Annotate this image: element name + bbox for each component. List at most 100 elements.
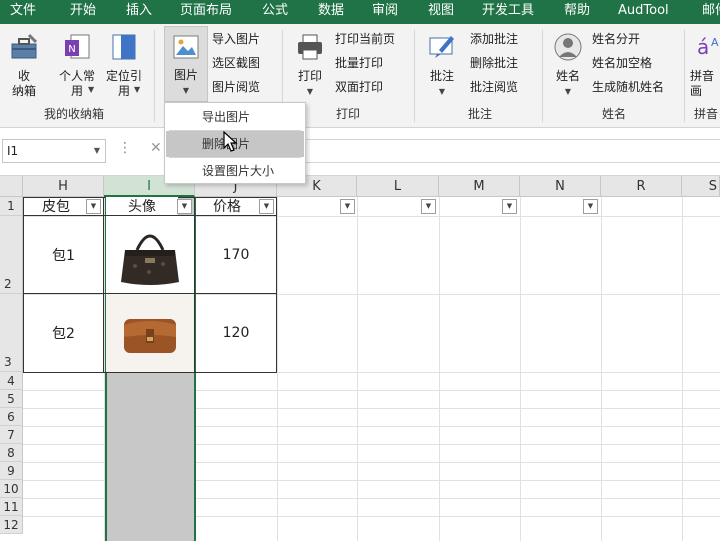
- personal-caret-icon: ▼: [88, 85, 95, 94]
- separator: [154, 30, 155, 122]
- locate-panel-icon: [112, 34, 136, 60]
- more-options-icon[interactable]: ⋮: [118, 140, 132, 156]
- group-name-label: 姓名: [601, 107, 626, 121]
- filter-dropdown-icon[interactable]: ▼: [421, 199, 436, 214]
- row-header-2[interactable]: 2: [0, 216, 23, 294]
- menu-mail[interactable]: 邮件: [702, 0, 720, 24]
- column-header-s[interactable]: S: [682, 176, 720, 197]
- menu-data[interactable]: 数据: [318, 0, 344, 24]
- print-current-button[interactable]: 打印当前页: [335, 28, 395, 50]
- column-header-n[interactable]: N: [520, 176, 601, 197]
- storage-box-button[interactable]: 收 纳箱: [4, 32, 44, 99]
- comment-caret-icon: ▼: [438, 87, 446, 96]
- cell-avatar-2[interactable]: [106, 294, 194, 372]
- filter-dropdown-icon[interactable]: ▼: [86, 199, 101, 214]
- column-header-m[interactable]: M: [439, 176, 520, 197]
- gridline: [682, 197, 683, 541]
- cell-bag-name-1[interactable]: 包1: [24, 216, 103, 293]
- batch-print-button[interactable]: 批量打印: [335, 52, 383, 74]
- row-header-5[interactable]: 5: [0, 390, 23, 408]
- mouse-cursor-icon: [223, 131, 238, 152]
- cell-avatar-1[interactable]: [106, 216, 194, 293]
- group-name: 姓名 ▼ 姓名分开 姓名加空格 生成随机姓名 姓名: [546, 24, 682, 128]
- row-header-1[interactable]: 1: [0, 197, 23, 216]
- duplex-print-button[interactable]: 双面打印: [335, 76, 383, 98]
- cell-bag-name-2[interactable]: 包2: [24, 294, 103, 372]
- ribbon: 收 纳箱 N 个人常 用 ▼ 定位引 用 ▼ 我的收纳箱 图片 ▼ 导入图片 选…: [0, 24, 720, 128]
- column-header-r[interactable]: R: [601, 176, 682, 197]
- row-header-3[interactable]: 3: [0, 294, 23, 372]
- name-box[interactable]: I1 ▼: [2, 139, 106, 163]
- image-button[interactable]: 图片 ▼: [164, 26, 208, 102]
- comment-button[interactable]: 批注 ▼: [422, 32, 462, 99]
- filter-dropdown-icon[interactable]: ▼: [340, 199, 355, 214]
- cell-price-2[interactable]: 120: [196, 294, 276, 372]
- group-pinyin: á A 拼音 画 拼音: [688, 24, 720, 128]
- storage-box-label: 收 纳箱: [11, 69, 36, 98]
- row-header-11[interactable]: 11: [0, 498, 23, 516]
- import-image-button[interactable]: 导入图片: [212, 28, 260, 50]
- gridline: [601, 197, 602, 541]
- comment-label: 批注: [429, 69, 454, 83]
- row-header-7[interactable]: 7: [0, 426, 23, 444]
- header-cell-bag[interactable]: 皮包: [24, 197, 88, 215]
- cancel-formula-icon[interactable]: ✕: [150, 140, 162, 156]
- name-space-button[interactable]: 姓名加空格: [592, 52, 652, 74]
- comment-browse-button[interactable]: 批注阅览: [470, 76, 518, 98]
- svg-text:á: á: [697, 35, 709, 59]
- group-comment-label: 批注: [467, 107, 492, 121]
- filter-dropdown-icon[interactable]: ▼: [259, 199, 274, 214]
- personal-button[interactable]: N 个人常 用 ▼: [54, 32, 100, 99]
- menu-file[interactable]: 文件: [10, 0, 36, 24]
- set-image-size-item[interactable]: 设置图片大小: [166, 158, 304, 184]
- menu-formulas[interactable]: 公式: [262, 0, 288, 24]
- print-button[interactable]: 打印 ▼: [290, 32, 330, 99]
- locate-ref-button[interactable]: 定位引 用 ▼: [102, 32, 146, 99]
- separator: [542, 30, 543, 122]
- row-header-10[interactable]: 10: [0, 480, 23, 498]
- row-header-6[interactable]: 6: [0, 408, 23, 426]
- menu-review[interactable]: 审阅: [372, 0, 398, 24]
- menu-insert[interactable]: 插入: [126, 0, 152, 24]
- delete-comment-button[interactable]: 删除批注: [470, 52, 518, 74]
- add-comment-button[interactable]: 添加批注: [470, 28, 518, 50]
- filter-dropdown-icon[interactable]: ▼: [502, 199, 517, 214]
- menu-help[interactable]: 帮助: [564, 0, 590, 24]
- name-box-caret-icon[interactable]: ▼: [94, 140, 100, 162]
- image-browse-button[interactable]: 图片阅览: [212, 76, 260, 98]
- menu-developer[interactable]: 开发工具: [482, 0, 534, 24]
- gridline: [357, 197, 358, 541]
- table-line: [103, 197, 104, 373]
- menu-page-layout[interactable]: 页面布局: [180, 0, 232, 24]
- gridline: [277, 197, 278, 541]
- group-comment: 批注 ▼ 添加批注 删除批注 批注阅览 批注: [418, 24, 542, 128]
- header-cell-price[interactable]: 价格: [196, 197, 258, 215]
- row-header-4[interactable]: 4: [0, 372, 23, 390]
- formula-bar: I1 ▼ ⋮ ✕: [0, 128, 720, 176]
- pinyin-button[interactable]: á A 拼音 画: [690, 32, 720, 99]
- personal-doc-icon: N: [65, 34, 90, 59]
- column-header-h[interactable]: H: [23, 176, 104, 197]
- region-capture-button[interactable]: 选区截图: [212, 52, 260, 74]
- person-icon: [554, 33, 582, 61]
- random-name-button[interactable]: 生成随机姓名: [592, 76, 664, 98]
- row-header-12[interactable]: 12: [0, 516, 23, 534]
- menu-audtool[interactable]: AudTool: [618, 0, 669, 24]
- export-image-item[interactable]: 导出图片: [166, 104, 304, 130]
- split-name-button[interactable]: 姓名分开: [592, 28, 640, 50]
- name-button[interactable]: 姓名 ▼: [548, 32, 588, 99]
- menu-home[interactable]: 开始: [70, 0, 96, 24]
- cell-price-1[interactable]: 170: [196, 216, 276, 293]
- filter-dropdown-icon[interactable]: ▼: [177, 199, 192, 214]
- row-header-8[interactable]: 8: [0, 444, 23, 462]
- filter-dropdown-icon[interactable]: ▼: [583, 199, 598, 214]
- menu-view[interactable]: 视图: [428, 0, 454, 24]
- row-header-9[interactable]: 9: [0, 462, 23, 480]
- spreadsheet-grid[interactable]: H I J K L M N R S 1 2 3 4 5 6 7 8 9 10 1…: [0, 176, 720, 541]
- print-label: 打印: [297, 69, 322, 83]
- column-header-l[interactable]: L: [357, 176, 439, 197]
- printer-icon: [298, 34, 322, 60]
- select-all-corner[interactable]: [0, 176, 23, 197]
- group-storage: 收 纳箱 N 个人常 用 ▼ 定位引 用 ▼ 我的收纳箱: [0, 24, 148, 128]
- header-cell-avatar[interactable]: 头像: [106, 197, 178, 215]
